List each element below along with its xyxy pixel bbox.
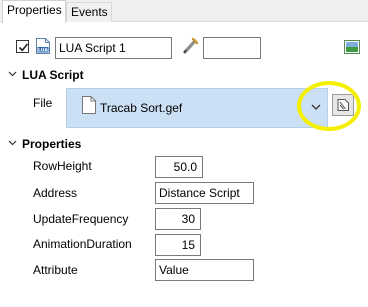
property-label-attribute: Attribute bbox=[33, 263, 78, 277]
script-name-input[interactable]: LUA Script 1 bbox=[55, 37, 172, 59]
section-title: Properties bbox=[22, 137, 82, 151]
section-properties[interactable]: Properties bbox=[0, 136, 368, 154]
property-label-animationduration: AnimationDuration bbox=[33, 237, 132, 251]
file-select[interactable]: Tracab Sort.gef bbox=[66, 88, 328, 128]
address-input[interactable]: Distance Script bbox=[155, 182, 254, 204]
enabled-checkbox[interactable] bbox=[16, 40, 29, 53]
browse-file-button[interactable] bbox=[332, 94, 354, 116]
tab-strip: Properties Events bbox=[0, 0, 368, 23]
browse-file-icon bbox=[337, 99, 349, 111]
property-label-updatefrequency: UpdateFrequency bbox=[33, 212, 129, 226]
rowheight-input[interactable]: 50.0 bbox=[155, 156, 203, 178]
lua-icon-text: LUA bbox=[38, 48, 48, 54]
animationduration-input[interactable]: 15 bbox=[155, 234, 201, 256]
file-name: Tracab Sort.gef bbox=[100, 101, 183, 115]
extra-value-input[interactable] bbox=[203, 37, 261, 59]
chevron-down-icon bbox=[8, 140, 17, 146]
property-label-address: Address bbox=[33, 186, 78, 200]
chevron-down-icon[interactable] bbox=[311, 104, 321, 111]
property-label-rowheight: RowHeight bbox=[33, 159, 92, 173]
section-title: LUA Script bbox=[22, 68, 84, 82]
section-lua-script[interactable]: LUA Script bbox=[0, 67, 368, 85]
lua-script-icon: LUA bbox=[36, 38, 50, 54]
image-icon[interactable] bbox=[344, 40, 360, 54]
updatefrequency-input[interactable]: 30 bbox=[155, 208, 201, 230]
tab-events[interactable]: Events bbox=[66, 2, 112, 22]
chevron-down-icon bbox=[8, 71, 17, 77]
tab-properties[interactable]: Properties bbox=[2, 0, 66, 23]
checkmark-icon bbox=[18, 43, 29, 52]
attribute-input[interactable]: Value bbox=[155, 259, 254, 281]
document-icon bbox=[82, 96, 96, 114]
pen-icon[interactable] bbox=[181, 37, 199, 55]
file-label: File bbox=[33, 96, 53, 110]
